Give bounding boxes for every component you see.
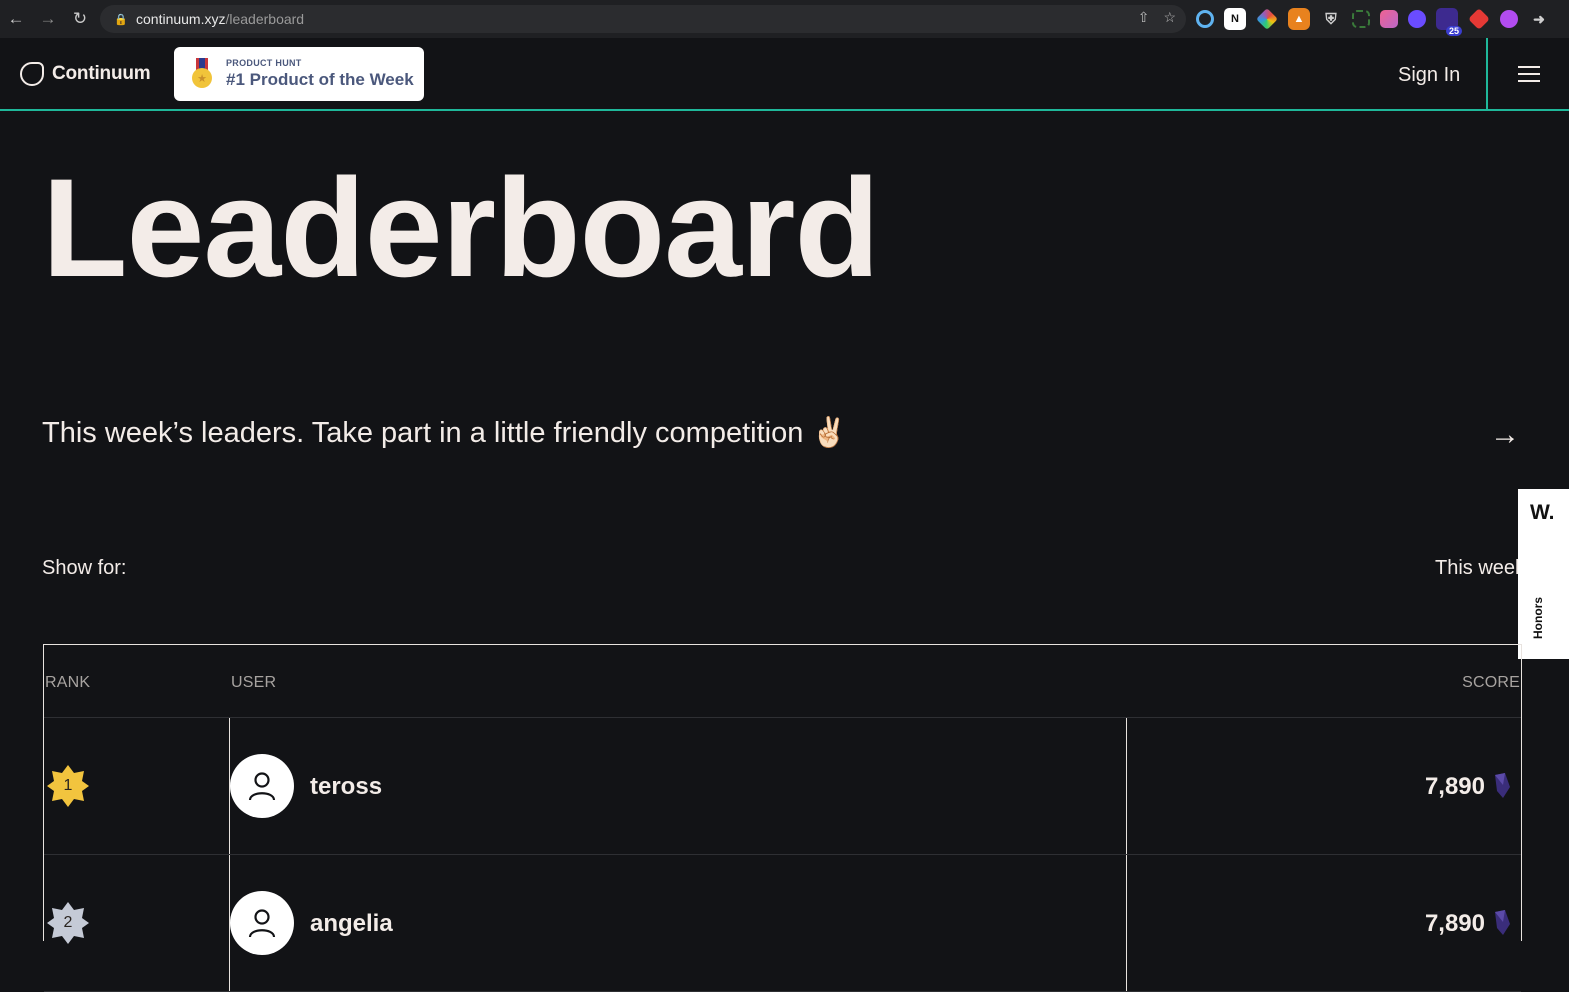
browser-toolbar: ← → ↻ 🔒 continuum.xyz/leaderboard ⇧ ☆ N … <box>0 0 1569 38</box>
back-icon[interactable]: ← <box>0 0 32 38</box>
extension-circle-icon[interactable] <box>1408 10 1426 28</box>
extension-metamask-icon[interactable]: ▲ <box>1288 8 1310 30</box>
gem-icon <box>1495 910 1510 935</box>
logo-text: Continuum <box>52 63 151 84</box>
honors-widget[interactable]: W. Honors <box>1518 489 1569 659</box>
show-for-label: Show for: <box>42 557 127 579</box>
arrow-right-icon[interactable]: → <box>1490 418 1520 452</box>
rank-number: 1 <box>63 777 73 794</box>
score-column-header[interactable]: SCORE <box>1462 674 1520 692</box>
leaderboard-table: RANK USER SCORE 1 teross 7,890 2 angelia… <box>43 644 1522 992</box>
extension-shield-icon[interactable]: ⛨ <box>1320 8 1342 30</box>
user-icon <box>248 772 276 801</box>
forward-icon[interactable]: → <box>32 0 64 38</box>
extension-notion-icon[interactable]: N <box>1224 8 1246 30</box>
share-icon[interactable]: ⇧ <box>1138 9 1150 26</box>
rank-column-header[interactable]: RANK <box>45 674 90 692</box>
username[interactable]: angelia <box>310 910 393 938</box>
score-value: 7,890 <box>1424 910 1485 937</box>
rank-badge: 2 <box>46 901 90 945</box>
medal-icon: ★ <box>192 58 212 90</box>
table-row[interactable]: 2 angelia 7,890 <box>44 855 1521 992</box>
page-subtitle: This week’s leaders. Take part in a litt… <box>42 417 848 449</box>
gem-icon <box>1495 773 1510 798</box>
extensions-bar: N ▲ ⛨ 25 ➜ <box>1196 8 1550 36</box>
user-column-header[interactable]: USER <box>231 674 276 692</box>
extension-purple-icon[interactable] <box>1500 10 1518 28</box>
honors-logo: W. <box>1530 501 1555 524</box>
continuum-logo-icon <box>20 62 44 86</box>
ph-badge-label: PRODUCT HUNT <box>226 58 302 68</box>
period-dropdown[interactable]: This week <box>1435 557 1525 580</box>
extension-diamond-icon[interactable] <box>1468 8 1490 30</box>
extension-wallet-icon[interactable]: 25 <box>1436 8 1462 36</box>
honors-label: Honors <box>1531 597 1545 639</box>
avatar[interactable] <box>230 891 294 955</box>
extension-puzzle-icon[interactable]: ➜ <box>1528 8 1550 30</box>
ph-badge-title: #1 Product of the Week <box>226 70 414 89</box>
username[interactable]: teross <box>310 773 382 801</box>
product-hunt-badge[interactable]: ★ PRODUCT HUNT #1 Product of the Week <box>174 47 424 101</box>
reload-icon[interactable]: ↻ <box>64 0 96 38</box>
url-path: /leaderboard <box>225 11 305 27</box>
rank-badge: 1 <box>46 764 90 808</box>
logo[interactable]: Continuum <box>20 62 151 86</box>
bookmark-star-icon[interactable]: ☆ <box>1163 9 1176 26</box>
menu-icon[interactable] <box>1518 66 1540 82</box>
page-title: Leaderboard <box>42 149 880 306</box>
user-icon <box>248 909 276 938</box>
extension-ring-icon[interactable] <box>1196 10 1214 28</box>
extension-crop-icon[interactable] <box>1352 10 1370 28</box>
url-host: continuum.xyz <box>136 11 226 27</box>
extension-color-icon[interactable] <box>1256 8 1278 30</box>
address-bar[interactable]: 🔒 continuum.xyz/leaderboard ⇧ ☆ <box>100 5 1186 33</box>
extension-badge: 25 <box>1445 26 1462 36</box>
sign-in-link[interactable]: Sign In <box>1398 64 1460 87</box>
site-header: Continuum ★ PRODUCT HUNT #1 Product of t… <box>0 38 1569 111</box>
score-value: 7,890 <box>1424 773 1485 800</box>
header-divider <box>1486 38 1488 111</box>
table-header: RANK USER SCORE <box>44 645 1521 718</box>
table-row[interactable]: 1 teross 7,890 <box>44 718 1521 855</box>
avatar[interactable] <box>230 754 294 818</box>
extension-gradient-icon[interactable] <box>1380 10 1398 28</box>
lock-icon: 🔒 <box>114 13 128 26</box>
rank-number: 2 <box>63 914 73 931</box>
